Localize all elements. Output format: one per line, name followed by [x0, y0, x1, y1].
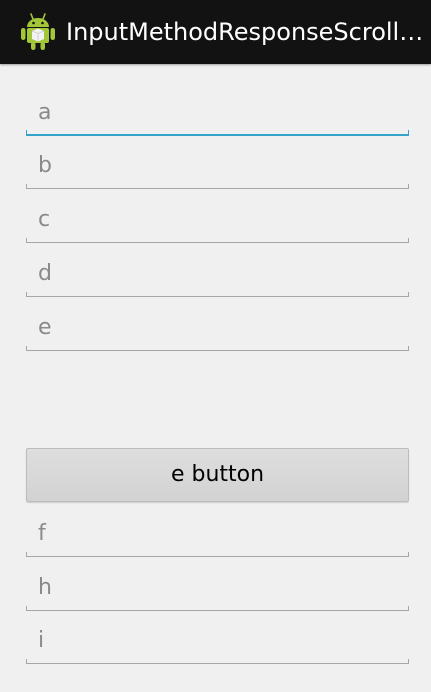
edit-text-i[interactable]	[26, 620, 409, 664]
input-d[interactable]	[26, 253, 409, 293]
action-bar: InputMethodResponseScrollVi…	[0, 0, 431, 64]
edit-text-b[interactable]	[26, 145, 409, 189]
input-i[interactable]	[26, 620, 409, 660]
input-e[interactable]	[26, 307, 409, 347]
edit-text-h[interactable]	[26, 567, 409, 611]
input-b-underline	[26, 184, 409, 189]
e-button[interactable]: e button	[26, 448, 409, 502]
edit-text-a[interactable]	[26, 92, 409, 136]
input-c-underline	[26, 238, 409, 243]
android-robot-icon	[21, 13, 55, 50]
input-f-underline	[26, 552, 409, 557]
input-a[interactable]	[26, 92, 409, 132]
screen: InputMethodResponseScrollVi… e button	[0, 0, 431, 692]
input-e-underline	[26, 346, 409, 351]
edit-text-d[interactable]	[26, 253, 409, 297]
edit-text-e[interactable]	[26, 307, 409, 351]
input-f[interactable]	[26, 513, 409, 553]
edit-text-f[interactable]	[26, 513, 409, 557]
app-title: InputMethodResponseScrollVi…	[66, 18, 426, 46]
input-d-underline	[26, 292, 409, 297]
input-b[interactable]	[26, 145, 409, 185]
input-h[interactable]	[26, 567, 409, 607]
input-h-underline	[26, 606, 409, 611]
input-i-underline	[26, 659, 409, 664]
input-a-underline	[26, 130, 409, 136]
edit-text-c[interactable]	[26, 199, 409, 243]
input-c[interactable]	[26, 199, 409, 239]
